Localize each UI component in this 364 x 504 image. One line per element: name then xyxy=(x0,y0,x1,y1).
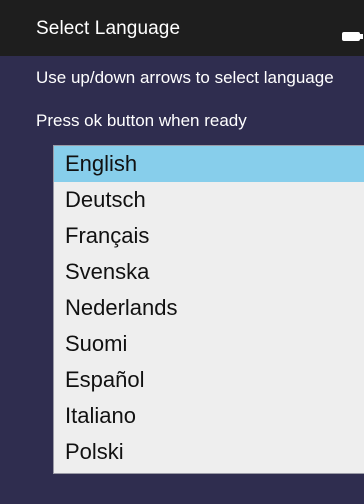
instruction-navigate: Use up/down arrows to select language xyxy=(36,68,334,87)
language-list[interactable]: English Deutsch Français Svenska Nederla… xyxy=(53,145,364,474)
language-option-english[interactable]: English xyxy=(54,146,364,182)
language-option-svenska[interactable]: Svenska xyxy=(54,254,364,290)
language-option-espanol[interactable]: Español xyxy=(54,362,364,398)
language-option-nederlands[interactable]: Nederlands xyxy=(54,290,364,326)
language-option-suomi[interactable]: Suomi xyxy=(54,326,364,362)
language-option-deutsch[interactable]: Deutsch xyxy=(54,182,364,218)
language-option-francais[interactable]: Français xyxy=(54,218,364,254)
header-bar: Select Language xyxy=(0,0,364,56)
instruction-confirm: Press ok button when ready xyxy=(36,111,247,130)
language-option-italiano[interactable]: Italiano xyxy=(54,398,364,434)
page-title: Select Language xyxy=(36,18,181,39)
language-option-polski[interactable]: Polski xyxy=(54,434,364,470)
